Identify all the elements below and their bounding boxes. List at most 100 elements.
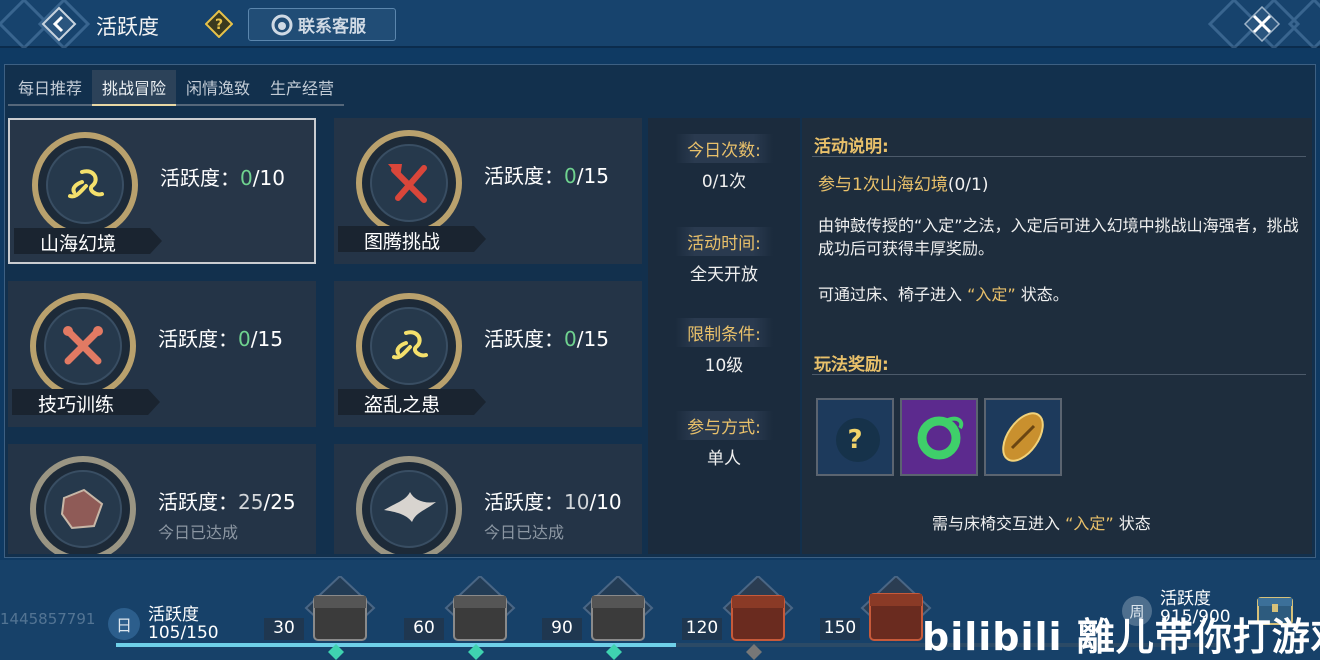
task-requirement: 参与1次山海幻境(0/1) bbox=[818, 170, 988, 195]
chest-icon bbox=[304, 574, 376, 660]
activity-description-panel: 活动说明: 参与1次山海幻境(0/1) 由钟鼓传授的“入定”之法，入定后可进入幻… bbox=[802, 118, 1312, 554]
tab-challenge-adventure[interactable]: 挑战冒险 bbox=[92, 70, 177, 106]
daily-count-block: 今日次数: 0/1次 bbox=[648, 134, 800, 192]
text2-prefix: 可通过床、椅子进入 bbox=[818, 285, 963, 304]
note-highlight: “入定” bbox=[1065, 514, 1114, 533]
participation-value: 单人 bbox=[707, 449, 741, 469]
mystery-reward-icon: ? bbox=[836, 418, 880, 462]
description-text-2: 可通过床、椅子进入 “入定” 状态。 bbox=[818, 281, 1069, 305]
points-max: /25 bbox=[263, 490, 296, 514]
reward-note: 需与床椅交互进入 “入定” 状态 bbox=[932, 510, 1151, 534]
milestone-value: 60 bbox=[404, 618, 444, 640]
category-tabs: 每日推荐 挑战冒险 闲情逸致 生产经营 bbox=[8, 70, 345, 106]
daily-value: 105/150 bbox=[148, 623, 219, 643]
beast-icon bbox=[30, 456, 136, 554]
points-label: 活跃度： bbox=[158, 490, 238, 514]
activity-points: 活跃度：0/15 bbox=[158, 323, 283, 352]
points-max: /10 bbox=[589, 490, 622, 514]
chest-icon bbox=[722, 574, 794, 660]
daily-label-text: 活跃度 bbox=[148, 605, 199, 625]
jade-ring-icon bbox=[917, 416, 964, 460]
crossed-tools-icon bbox=[30, 293, 136, 399]
reward-slot[interactable]: ? bbox=[816, 398, 894, 476]
activity-card[interactable]: 活跃度：25/25 今日已达成 bbox=[8, 444, 316, 554]
back-button[interactable] bbox=[40, 6, 78, 42]
limit-block: 限制条件: 10级 bbox=[648, 318, 800, 376]
tab-production[interactable]: 生产经营 bbox=[260, 70, 345, 106]
achieved-today-label: 今日已达成 bbox=[158, 523, 239, 542]
activity-card[interactable]: 技巧训练 活跃度：0/15 bbox=[8, 281, 316, 427]
task-progress: (0/1) bbox=[947, 175, 989, 195]
headset-icon bbox=[271, 14, 293, 35]
milestone-chest[interactable]: 90 bbox=[542, 574, 658, 660]
achieved-today-label: 今日已达成 bbox=[484, 523, 565, 542]
user-id-watermark: 1445857791 bbox=[0, 610, 96, 628]
milestone-value: 120 bbox=[682, 618, 722, 640]
axe-sword-icon bbox=[356, 130, 462, 236]
reward-slot[interactable] bbox=[900, 398, 978, 476]
svg-text:?: ? bbox=[847, 425, 862, 455]
limit-label: 限制条件: bbox=[675, 318, 773, 347]
text2-highlight: “入定” bbox=[967, 285, 1016, 304]
activity-card[interactable]: 图腾挑战 活跃度：0/15 bbox=[334, 118, 642, 264]
reward-heading: 玩法奖励: bbox=[814, 355, 889, 375]
top-bar: 活跃度 ? 联系客服 bbox=[0, 0, 1320, 48]
chest-icon bbox=[582, 574, 654, 660]
points-label: 活跃度： bbox=[484, 164, 564, 188]
points-current: 10 bbox=[564, 490, 590, 514]
points-current: 0 bbox=[564, 164, 577, 188]
participation-label: 参与方式: bbox=[675, 411, 773, 440]
milestone-chest[interactable]: 30 bbox=[264, 574, 380, 660]
chest-icon bbox=[444, 574, 516, 660]
activity-card[interactable]: 盗乱之患 活跃度：0/15 bbox=[334, 281, 642, 427]
activity-card[interactable]: 山海幻境 活跃度：0/10 bbox=[8, 118, 316, 264]
page-title: 活跃度 bbox=[96, 15, 159, 39]
points-label: 活跃度： bbox=[158, 327, 238, 351]
activity-points: 活跃度：10/10 bbox=[484, 486, 622, 515]
activity-points: 活跃度：25/25 bbox=[158, 486, 296, 515]
activity-time-block: 活动时间: 全天开放 bbox=[648, 227, 800, 285]
description-text: 由钟鼓传授的“入定”之法，入定后可进入幻境中挑战山海强者，挑战成功后可获得丰厚奖… bbox=[818, 216, 1299, 258]
divider bbox=[812, 374, 1306, 375]
milestone-chest[interactable]: 120 bbox=[682, 574, 798, 660]
gold-shell-icon bbox=[1002, 412, 1044, 462]
points-max: /15 bbox=[576, 164, 609, 188]
points-max: /15 bbox=[250, 327, 283, 351]
contact-service-button[interactable]: 联系客服 bbox=[248, 8, 396, 41]
activity-points: 活跃度：0/10 bbox=[160, 162, 285, 191]
activity-name: 技巧训练 bbox=[38, 394, 115, 416]
activity-name: 图腾挑战 bbox=[364, 231, 441, 253]
close-button[interactable] bbox=[1240, 6, 1284, 42]
milestone-value: 30 bbox=[264, 618, 304, 640]
daily-count-value: 0/1次 bbox=[701, 172, 747, 192]
points-label: 活跃度： bbox=[160, 166, 240, 190]
question-icon: ? bbox=[204, 9, 234, 39]
points-max: /10 bbox=[252, 166, 285, 190]
note-prefix: 需与床椅交互进入 bbox=[932, 514, 1061, 533]
activity-points: 活跃度：0/15 bbox=[484, 160, 609, 189]
activity-info-column: 今日次数: 0/1次 活动时间: 全天开放 限制条件: 10级 参与方式: 单人 bbox=[648, 118, 800, 554]
activity-points: 活跃度：0/15 bbox=[484, 323, 609, 352]
milestone-chest[interactable]: 60 bbox=[404, 574, 520, 660]
tab-leisure[interactable]: 闲情逸致 bbox=[176, 70, 261, 106]
text2-suffix: 状态。 bbox=[1020, 285, 1069, 304]
points-current: 0 bbox=[238, 327, 251, 351]
activity-card[interactable]: 活跃度：10/10 今日已达成 bbox=[334, 444, 642, 554]
video-watermark: bilibili 離儿带你打游戏 bbox=[922, 615, 1320, 659]
points-current: 25 bbox=[238, 490, 264, 514]
squid-icon bbox=[356, 293, 462, 399]
help-button[interactable]: ? bbox=[204, 9, 234, 39]
close-icon bbox=[1243, 6, 1281, 42]
tab-daily-recommend[interactable]: 每日推荐 bbox=[8, 70, 93, 106]
contact-service-label: 联系客服 bbox=[298, 17, 366, 37]
reward-slot[interactable] bbox=[984, 398, 1062, 476]
participation-block: 参与方式: 单人 bbox=[648, 411, 800, 469]
milestone-value: 90 bbox=[542, 618, 582, 640]
daily-badge: 日 bbox=[108, 608, 140, 640]
milestone-value: 150 bbox=[820, 618, 860, 640]
task-text: 参与1次山海幻境 bbox=[818, 175, 948, 195]
activity-name: 盗乱之患 bbox=[364, 394, 441, 416]
back-arrow-icon bbox=[41, 6, 77, 42]
points-label: 活跃度： bbox=[484, 327, 564, 351]
points-max: /15 bbox=[576, 327, 609, 351]
